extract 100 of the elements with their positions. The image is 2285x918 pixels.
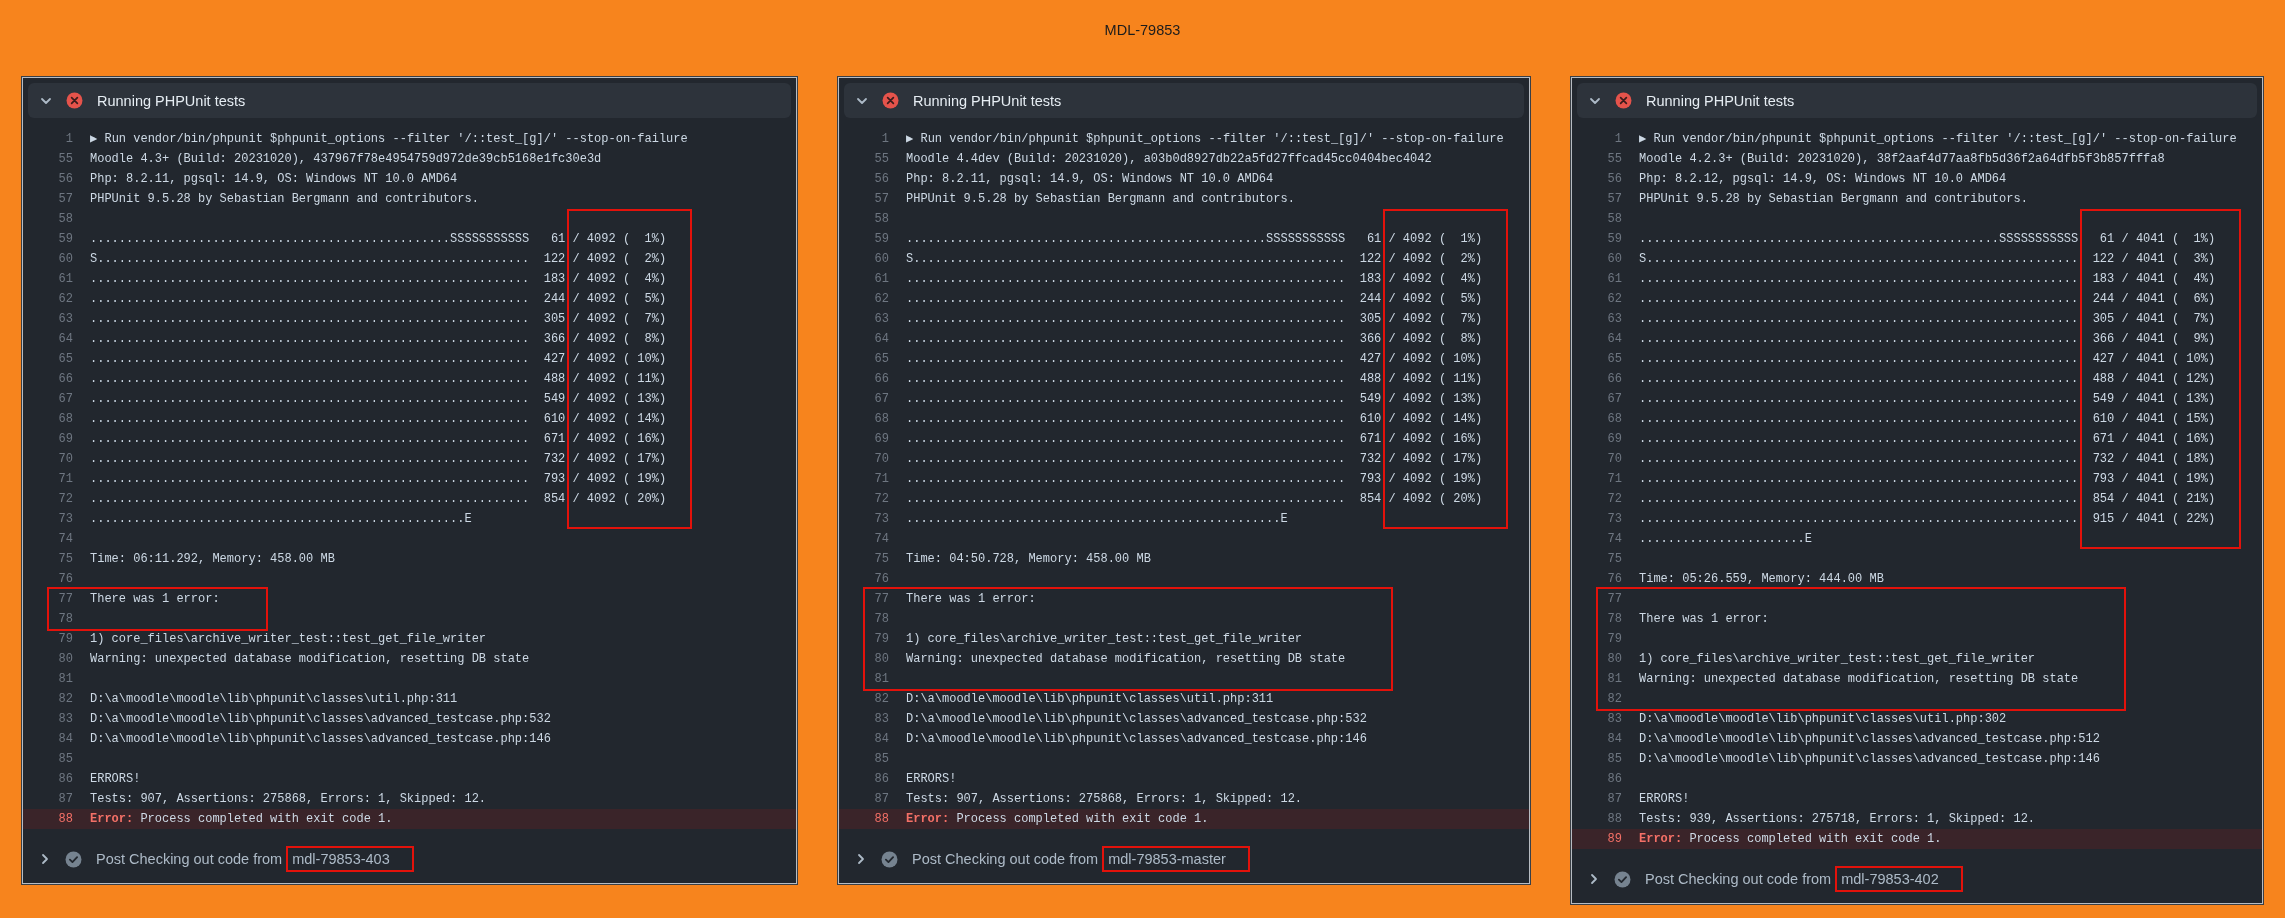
log-line: There was 1 error: (1639, 611, 1769, 628)
line-number: 82 (1606, 691, 1622, 708)
line-number: 56 (57, 171, 73, 188)
progress-count: 366 / 4041 ( 9%) (2091, 331, 2216, 348)
progress-count: / 4092 ( 14%) (572, 411, 667, 428)
log-line: 1) core_files\archive_writer_test::test_get_file_writer (906, 631, 1303, 648)
line-number: 55 (873, 151, 889, 168)
progress-count: / 4092 ( 17%) (572, 451, 667, 468)
step-header[interactable]: Running PHPUnit tests (1577, 83, 2257, 118)
line-number: 59 (1606, 231, 1622, 248)
progress-count: / 4092 ( 14%) (1388, 411, 1483, 428)
line-number: 60 (57, 251, 73, 268)
log-line: PHPUnit 9.5.28 by Sebastian Bergmann and contributors. (90, 191, 479, 208)
line-number: 66 (57, 371, 73, 388)
log-line: ............................................................. 427 (90, 351, 566, 368)
log-line: D:\a\moodle\moodle\lib\phpunit\classes\advanced_testcase.php:532 (90, 711, 551, 728)
progress-count: / 4092 ( 13%) (1388, 391, 1483, 408)
log-line: PHPUnit 9.5.28 by Sebastian Bergmann and contributors. (1639, 191, 2028, 208)
log-line: ............................................................. 488 (90, 371, 566, 388)
line-number: 73 (1606, 511, 1622, 528)
line-number: 88 (57, 811, 73, 828)
step-header[interactable]: Running PHPUnit tests (844, 83, 1524, 118)
line-number: 79 (873, 631, 889, 648)
line-number: 57 (1606, 191, 1622, 208)
log-line: There was 1 error: (906, 591, 1036, 608)
line-number: 72 (873, 491, 889, 508)
line-number: 85 (1606, 751, 1622, 768)
progress-count: / 4092 ( 2%) (572, 251, 667, 268)
line-number: 55 (1606, 151, 1622, 168)
progress-count: 610 / 4041 ( 15%) (2091, 411, 2216, 428)
line-number: 73 (57, 511, 73, 528)
progress-count: 549 / 4041 ( 13%) (2091, 391, 2216, 408)
step-title: Post Checking out code from (96, 851, 283, 867)
log-line: D:\a\moodle\moodle\lib\phpunit\classes\advanced_testcase.php:146 (1639, 751, 2100, 768)
line-number: 65 (873, 351, 889, 368)
progress-count: / 4092 ( 16%) (572, 431, 667, 448)
line-number: 67 (873, 391, 889, 408)
log-line: ERRORS! (906, 771, 957, 788)
log-line: Time: 05:26.559, Memory: 444.00 MB (1639, 571, 1884, 588)
progress-count: / 4092 ( 1%) (572, 231, 667, 248)
log-line: D:\a\moodle\moodle\lib\phpunit\classes\util.php:311 (90, 691, 458, 708)
log-line: ............................................................. (1639, 431, 2079, 448)
progress-count: 244 / 4041 ( 6%) (2091, 291, 2216, 308)
step-header[interactable]: Running PHPUnit tests (28, 83, 791, 118)
log-line: D:\a\moodle\moodle\lib\phpunit\classes\util.php:302 (1639, 711, 2007, 728)
line-number: 64 (873, 331, 889, 348)
log-line: Process completed with exit code 1. (1689, 832, 1942, 846)
line-number: 66 (873, 371, 889, 388)
line-number: 83 (1606, 711, 1622, 728)
log-line: D:\a\moodle\moodle\lib\phpunit\classes\util.php:311 (906, 691, 1274, 708)
line-number: 64 (57, 331, 73, 348)
progress-count: 122 / 4041 ( 3%) (2091, 251, 2216, 268)
log-line: ............................................................. 549 (906, 391, 1382, 408)
log-line: Process completed with exit code 1. (956, 812, 1209, 826)
log-line: .......................E (1639, 531, 1812, 548)
log-line: ............................................................. 183 (906, 271, 1382, 288)
log-line: Tests: 907, Assertions: 275868, Errors: 1, Skipped: 12. (90, 791, 487, 808)
line-number: 75 (57, 551, 73, 568)
line-number: 71 (1606, 471, 1622, 488)
progress-count: / 4092 ( 10%) (1388, 351, 1483, 368)
log-line: ............................................................. 244 (90, 291, 566, 308)
line-number: 67 (1606, 391, 1622, 408)
branch-name: mdl-79853-402 (1835, 866, 1963, 892)
log-line: ............................................................. (1639, 451, 2079, 468)
chevron-right-icon[interactable] (855, 853, 867, 865)
log-line: Moodle 4.3+ (Build: 20231020), 437967f78e4954759d972de39cb5168e1fc30e3d (90, 151, 602, 168)
progress-count: 854 / 4041 ( 21%) (2091, 491, 2216, 508)
log-line: Tests: 907, Assertions: 275868, Errors: 1, Skipped: 12. (906, 791, 1303, 808)
step-title: Running PHPUnit tests (97, 92, 246, 109)
log-line: Warning: unexpected database modification, resetting DB state (90, 651, 530, 668)
line-number: 78 (1606, 611, 1622, 628)
chevron-right-icon[interactable] (1588, 873, 1600, 885)
log-line: ............................................................. 732 (90, 451, 566, 468)
line-number: 1 (1613, 131, 1622, 148)
line-number: 56 (873, 171, 889, 188)
log-line: ....................................................E (906, 511, 1288, 528)
log-line: D:\a\moodle\moodle\lib\phpunit\classes\advanced_testcase.php:512 (1639, 731, 2100, 748)
log-line: S............................................................ 122 (90, 251, 566, 268)
log-line: ............................................................. (1639, 511, 2079, 528)
log-line: PHPUnit 9.5.28 by Sebastian Bergmann and contributors. (906, 191, 1295, 208)
line-number: 84 (57, 731, 73, 748)
line-number: 57 (873, 191, 889, 208)
line-number: 58 (57, 211, 73, 228)
line-number: 80 (873, 651, 889, 668)
chevron-right-icon[interactable] (39, 853, 51, 865)
line-number: 85 (873, 751, 889, 768)
log-line: ..................................................SSSSSSSSSSS (1639, 231, 2079, 248)
progress-count: / 4092 ( 10%) (572, 351, 667, 368)
log-line: ............................................................. 793 (90, 471, 566, 488)
branch-name: mdl-79853-403 (286, 846, 414, 872)
log-line: ERRORS! (1639, 791, 1690, 808)
progress-count: / 4092 ( 17%) (1388, 451, 1483, 468)
line-number: 74 (57, 531, 73, 548)
log-line: ............................................................. (1639, 411, 2079, 428)
line-number: 74 (1606, 531, 1622, 548)
line-number: 60 (1606, 251, 1622, 268)
log-line: S............................................................ (1639, 251, 2079, 268)
page-title: MDL-79853 (1104, 21, 1181, 39)
log-line: ............................................................. (1639, 371, 2079, 388)
progress-count: 488 / 4041 ( 12%) (2091, 371, 2216, 388)
